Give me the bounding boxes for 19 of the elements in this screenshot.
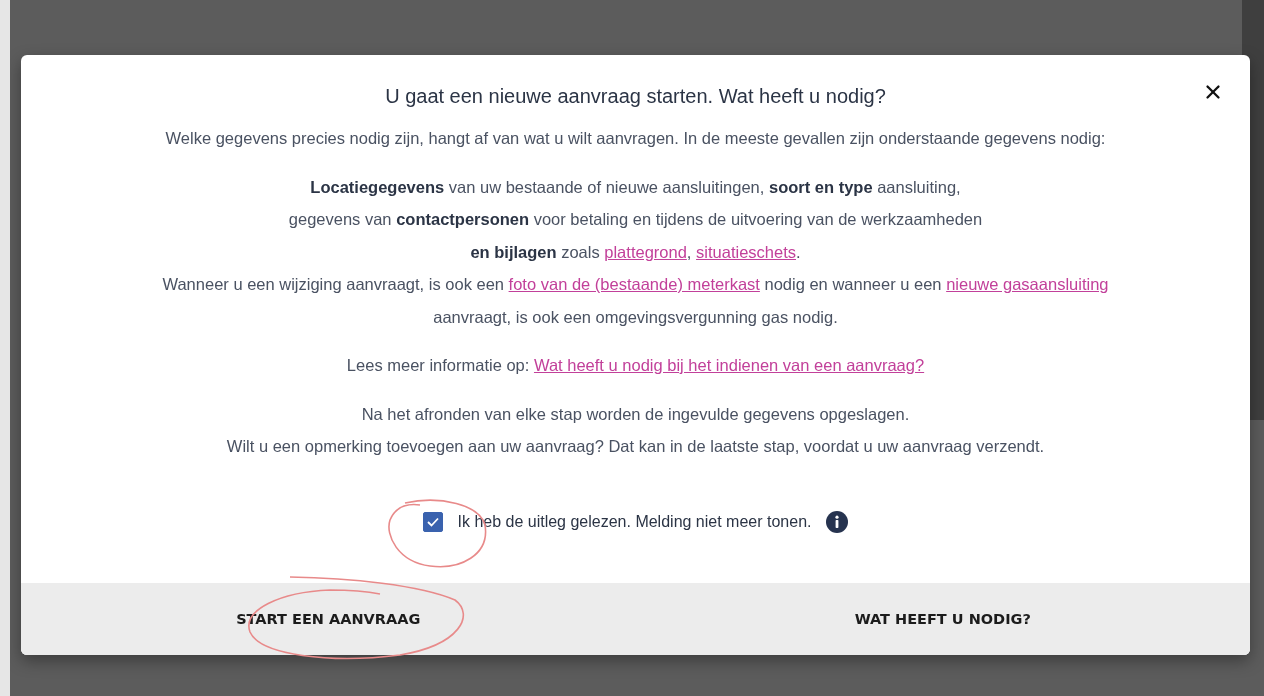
text-link[interactable]: foto van de (bestaande) meterkast: [508, 275, 760, 293]
text-link[interactable]: situatieschets: [696, 242, 796, 261]
body-text: Locatiegegevens van uw bestaande of nieuwe aansluitingen, soort en type aansluiting,: [310, 176, 961, 198]
body-text: Na het afronden van elke stap worden de ingevulde gegevens opgeslagen.: [361, 403, 910, 425]
body-text: Welke gegevens precies nodig zijn, hangt af van wat u wilt aanvragen. In de meeste gevallen zijn onderstaande gegevens nodig:: [165, 128, 1106, 149]
info-icon[interactable]: [825, 510, 848, 533]
checkbox[interactable]: [423, 511, 444, 532]
text-link[interactable]: plattegrond: [604, 242, 687, 261]
checkbox-label: Ik heb de uitleg gelezen. Melding niet meer tonen.: [457, 512, 812, 531]
text-link[interactable]: nieuwe gasaansluiting: [946, 275, 1109, 293]
dialog-title: U gaat een nieuwe aanvraag starten. Wat heeft u nodig?: [385, 85, 886, 108]
body-text: Wilt u een opmerking toevoegen aan uw aanvraag? Dat kan in de laatste stap, voordat u uw aanvraag verzendt.: [226, 436, 1045, 457]
body-text: gegevens van contactpersonen voor betaling en tijdens de uitvoering van de werkzaamheden: [288, 209, 983, 230]
body-text: en bijlagen zoals plattegrond, situatieschets.: [470, 241, 801, 263]
body-text: Wanneer u een wijziging aanvraagt, is ook een foto van de (bestaande) meterkast nodig en wanneer u een nieuwe gasaansluiting: [162, 274, 1109, 295]
body-text: aanvraagt, is ook een omgevingsvergunning gas nodig.: [433, 306, 838, 328]
body-text: Lees meer informatie op: Wat heeft u nodig bij het indienen van een aanvraag?: [346, 355, 925, 376]
checkmark-icon: [427, 516, 440, 527]
text-link[interactable]: Wat heeft u nodig bij het indienen van een aanvraag?: [533, 356, 925, 374]
